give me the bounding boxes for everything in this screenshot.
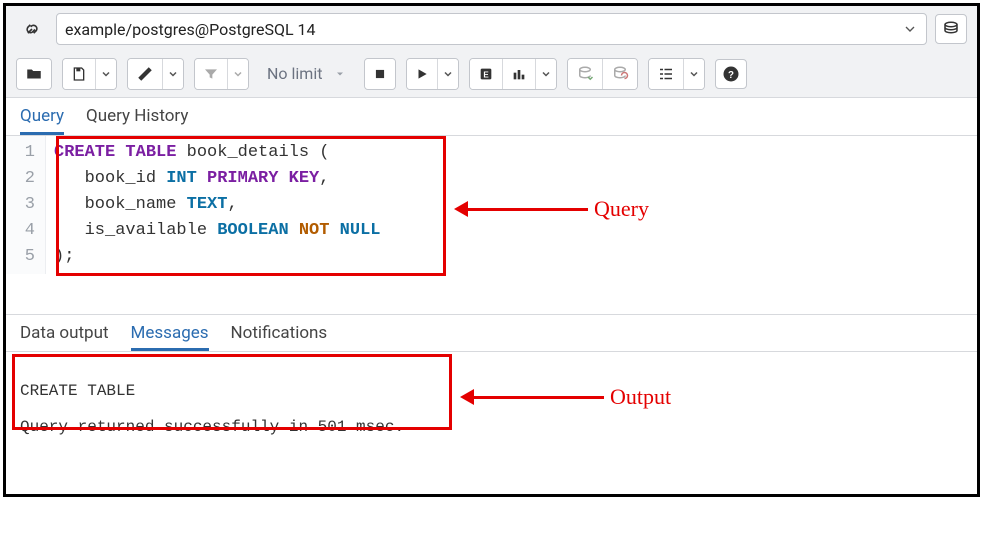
arrow-line — [474, 396, 604, 399]
annotation-label-output: Output — [610, 384, 671, 410]
line-number: 3 — [10, 192, 35, 218]
filter-button[interactable] — [195, 59, 228, 89]
sql-text: book_id — [54, 169, 166, 188]
chevron-down-icon — [902, 21, 918, 37]
line-number: 2 — [10, 166, 35, 192]
sql-keyword: NOT — [299, 221, 330, 240]
connection-disconnect-icon[interactable] — [16, 14, 48, 44]
arrow-icon — [460, 389, 474, 405]
help-button[interactable]: ? — [715, 59, 747, 89]
explain-analyze-button[interactable] — [503, 59, 536, 89]
line-gutter: 1 2 3 4 5 — [6, 136, 46, 274]
line-number: 4 — [10, 218, 35, 244]
execute-button[interactable] — [407, 59, 438, 89]
sql-keyword: INT — [166, 169, 197, 188]
tab-notifications[interactable]: Notifications — [231, 323, 328, 351]
explain-dropdown[interactable] — [536, 59, 556, 89]
sql-keyword: TABLE — [125, 143, 176, 162]
row-limit-selector[interactable]: No limit — [259, 58, 354, 90]
rollback-button[interactable] — [603, 59, 637, 89]
connection-selector[interactable]: example/postgres@PostgreSQL 14 — [56, 13, 927, 45]
code-area[interactable]: CREATE TABLE book_details ( book_id INT … — [46, 136, 388, 274]
sql-text: is_available — [54, 221, 217, 240]
stop-button[interactable] — [365, 59, 395, 89]
sql-keyword: CREATE — [54, 143, 115, 162]
sql-keyword: NULL — [340, 221, 381, 240]
message-line: Query returned successfully in 501 msec. — [20, 418, 404, 436]
message-line: CREATE TABLE — [20, 382, 135, 400]
edit-button[interactable] — [128, 59, 163, 89]
save-dropdown[interactable] — [96, 59, 116, 89]
edit-dropdown[interactable] — [163, 59, 183, 89]
annotation-label-query: Query — [594, 196, 649, 222]
sql-keyword: TEXT — [187, 195, 228, 214]
messages-panel: CREATE TABLE Query returned successfully… — [6, 352, 977, 538]
connection-text: example/postgres@PostgreSQL 14 — [65, 20, 316, 39]
save-button[interactable] — [63, 59, 96, 89]
tab-messages[interactable]: Messages — [131, 323, 209, 351]
filter-dropdown[interactable] — [228, 59, 248, 89]
explain-button[interactable]: E — [470, 59, 503, 89]
sql-text: book_name — [54, 195, 187, 214]
sql-keyword: KEY — [289, 169, 320, 188]
open-file-button[interactable] — [17, 59, 51, 89]
line-number: 5 — [10, 244, 35, 270]
execute-dropdown[interactable] — [438, 59, 458, 89]
sql-text: , — [319, 169, 329, 188]
tab-query[interactable]: Query — [20, 106, 64, 135]
commit-button[interactable] — [568, 59, 603, 89]
macros-dropdown[interactable] — [684, 59, 704, 89]
tab-query-history[interactable]: Query History — [86, 106, 188, 135]
sql-text: ); — [54, 247, 74, 266]
arrow-line — [468, 208, 588, 211]
line-number: 1 — [10, 140, 35, 166]
new-connection-button[interactable] — [935, 14, 967, 44]
sql-keyword: PRIMARY — [207, 169, 278, 188]
arrow-icon — [454, 201, 468, 217]
tab-data-output[interactable]: Data output — [20, 323, 109, 351]
macros-button[interactable] — [649, 59, 684, 89]
sql-text: , — [227, 195, 237, 214]
row-limit-label: No limit — [267, 64, 322, 83]
sql-text: book_details ( — [176, 143, 329, 162]
svg-text:E: E — [484, 70, 490, 79]
svg-text:?: ? — [728, 69, 734, 80]
sql-keyword: BOOLEAN — [217, 221, 288, 240]
